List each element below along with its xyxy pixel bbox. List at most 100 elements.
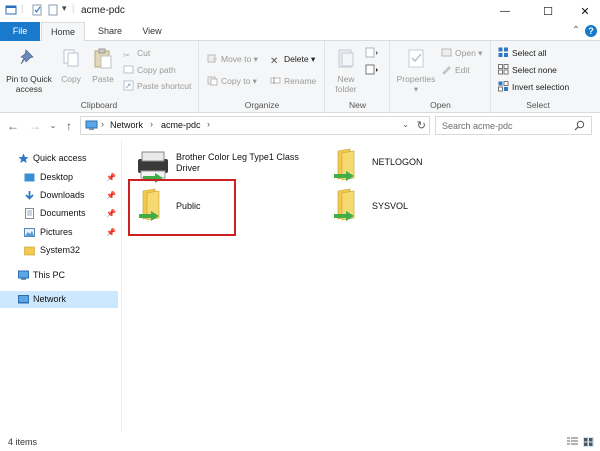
maximize-button[interactable]: ☐ <box>533 0 563 22</box>
invert-selection-button[interactable]: Invert selection <box>498 80 569 94</box>
tab-view[interactable]: View <box>133 22 171 41</box>
edit-icon <box>442 66 451 75</box>
title-bar: | ▾ | acme-pdc — ☐ ✕ <box>0 0 600 22</box>
new-folder-button[interactable]: New folder <box>330 47 362 94</box>
address-row: ← → ⌄ ↑ › Network › acme-pdc › ⌄ ↻ Searc… <box>0 113 600 139</box>
explorer-icon <box>5 5 17 15</box>
search-box[interactable]: Search acme-pdc <box>435 116 592 135</box>
select-all-icon <box>498 47 508 57</box>
printer-name-line2: Driver <box>176 163 200 173</box>
paste-shortcut-button[interactable]: Paste shortcut <box>123 79 191 93</box>
paste-button[interactable]: Paste <box>89 47 117 84</box>
nav-documents[interactable]: Documents 📌 <box>0 205 118 222</box>
edit-button[interactable]: Edit <box>441 63 470 77</box>
open-group: Properties ▾ Open ▾ Edit Open <box>391 41 491 113</box>
ribbon-tabs: File Home Share View ⌃ ? <box>0 22 600 42</box>
nav-pictures[interactable]: Pictures 📌 <box>0 224 118 241</box>
pinned-icon: 📌 <box>106 173 116 182</box>
details-view-icon[interactable] <box>567 437 578 447</box>
delete-icon: ✕ <box>270 56 279 67</box>
netlogon-share[interactable]: NETLOGON <box>330 147 460 187</box>
search-icon <box>574 120 585 131</box>
delete-button[interactable]: ✕ Delete ▾ <box>270 52 315 67</box>
collapse-ribbon-icon[interactable]: ⌃ <box>570 25 582 37</box>
cut-button[interactable]: ✂ Cut <box>123 46 150 60</box>
nav-system32[interactable]: System32 <box>0 242 118 259</box>
breadcrumb-separator-icon: › <box>101 119 104 129</box>
new-folder-quick-icon[interactable] <box>47 4 59 16</box>
up-button[interactable]: ↑ <box>62 118 76 134</box>
shared-folder-icon <box>334 148 355 181</box>
copy-button[interactable]: Copy <box>58 47 84 84</box>
properties-icon[interactable] <box>31 4 43 16</box>
pinned-icon: 📌 <box>106 191 116 200</box>
breadcrumb-separator-icon: › <box>150 119 153 129</box>
breadcrumb-acme-pdc[interactable]: acme-pdc <box>161 120 201 130</box>
select-group-label: Select <box>526 100 550 110</box>
computer-icon <box>18 270 29 280</box>
back-arrow-icon: ← <box>7 119 19 133</box>
nav-quick-access[interactable]: Quick access <box>0 150 118 167</box>
new-group-label: New <box>348 100 366 110</box>
new-item-icon[interactable] <box>365 47 379 59</box>
desktop-icon <box>24 173 35 182</box>
organize-group-label: Organize <box>244 100 280 110</box>
close-icon: ✕ <box>580 5 590 18</box>
breadcrumb-network[interactable]: Network <box>110 120 143 130</box>
nav-network[interactable]: Network <box>0 291 118 308</box>
open-icon <box>441 48 452 57</box>
folder-icon <box>24 246 35 256</box>
pin-to-quick-access-button[interactable]: Pin to Quick access <box>2 47 56 94</box>
pin-icon <box>20 49 34 65</box>
minimize-button[interactable]: — <box>490 0 520 22</box>
tab-file[interactable]: File <box>0 22 40 41</box>
close-button[interactable]: ✕ <box>570 0 600 22</box>
nav-this-pc[interactable]: This PC <box>0 267 118 284</box>
invert-selection-icon <box>498 81 509 92</box>
copy-to-icon <box>207 76 218 86</box>
open-button[interactable]: Open ▾ <box>441 46 482 60</box>
large-icons-view-icon[interactable] <box>583 437 594 447</box>
sysvol-share[interactable]: SYSVOL <box>330 187 460 227</box>
copy-to-button[interactable]: Copy to ▾ <box>207 74 257 88</box>
move-to-button[interactable]: Move to ▾ <box>207 52 258 66</box>
status-bar: 4 items <box>0 432 600 451</box>
cut-icon: ✂ <box>123 50 131 60</box>
network-icon <box>18 295 29 304</box>
organize-group: Move to ▾ Copy to ▾ ✕ Delete ▾ Rename Org… <box>200 41 325 113</box>
paste-icon <box>94 48 112 69</box>
item-count: 4 items <box>8 437 38 447</box>
breadcrumb-separator-icon: › <box>207 119 210 129</box>
refresh-icon[interactable]: ↻ <box>417 119 426 132</box>
back-button[interactable]: ← <box>6 118 20 134</box>
properties-button[interactable]: Properties ▾ <box>394 47 438 94</box>
customize-qat-icon[interactable]: ▾ <box>62 3 67 14</box>
netlogon-label: NETLOGON <box>372 157 423 167</box>
documents-icon <box>25 208 34 219</box>
easy-access-icon[interactable] <box>365 64 379 76</box>
rename-button[interactable]: Rename <box>270 74 316 88</box>
download-arrow-icon <box>25 191 34 200</box>
address-bar[interactable]: › Network › acme-pdc › ⌄ ↻ <box>80 116 430 135</box>
select-none-button[interactable]: Select none <box>498 63 557 77</box>
sysvol-label: SYSVOL <box>372 201 409 211</box>
network-icon <box>85 120 98 130</box>
clipboard-group-label: Clipboard <box>80 100 118 110</box>
select-all-button[interactable]: Select all <box>498 46 547 60</box>
tab-share[interactable]: Share <box>88 22 132 41</box>
help-icon[interactable]: ? <box>585 25 597 37</box>
forward-button[interactable]: → <box>28 118 42 134</box>
tab-home[interactable]: Home <box>41 22 85 42</box>
copy-path-button[interactable]: Copy path <box>123 63 176 77</box>
address-dropdown-icon[interactable]: ⌄ <box>402 120 409 129</box>
nav-downloads[interactable]: Downloads 📌 <box>0 187 118 204</box>
properties-check-icon <box>408 49 424 68</box>
highlight-box <box>128 179 236 236</box>
pinned-icon: 📌 <box>106 209 116 218</box>
maximize-icon: ☐ <box>543 5 553 18</box>
nav-desktop[interactable]: Desktop 📌 <box>0 169 118 186</box>
new-group: New folder New <box>326 41 390 113</box>
search-placeholder: Search acme-pdc <box>442 121 513 131</box>
shared-folder-icon <box>334 188 355 221</box>
recent-locations-button[interactable]: ⌄ <box>46 118 60 134</box>
